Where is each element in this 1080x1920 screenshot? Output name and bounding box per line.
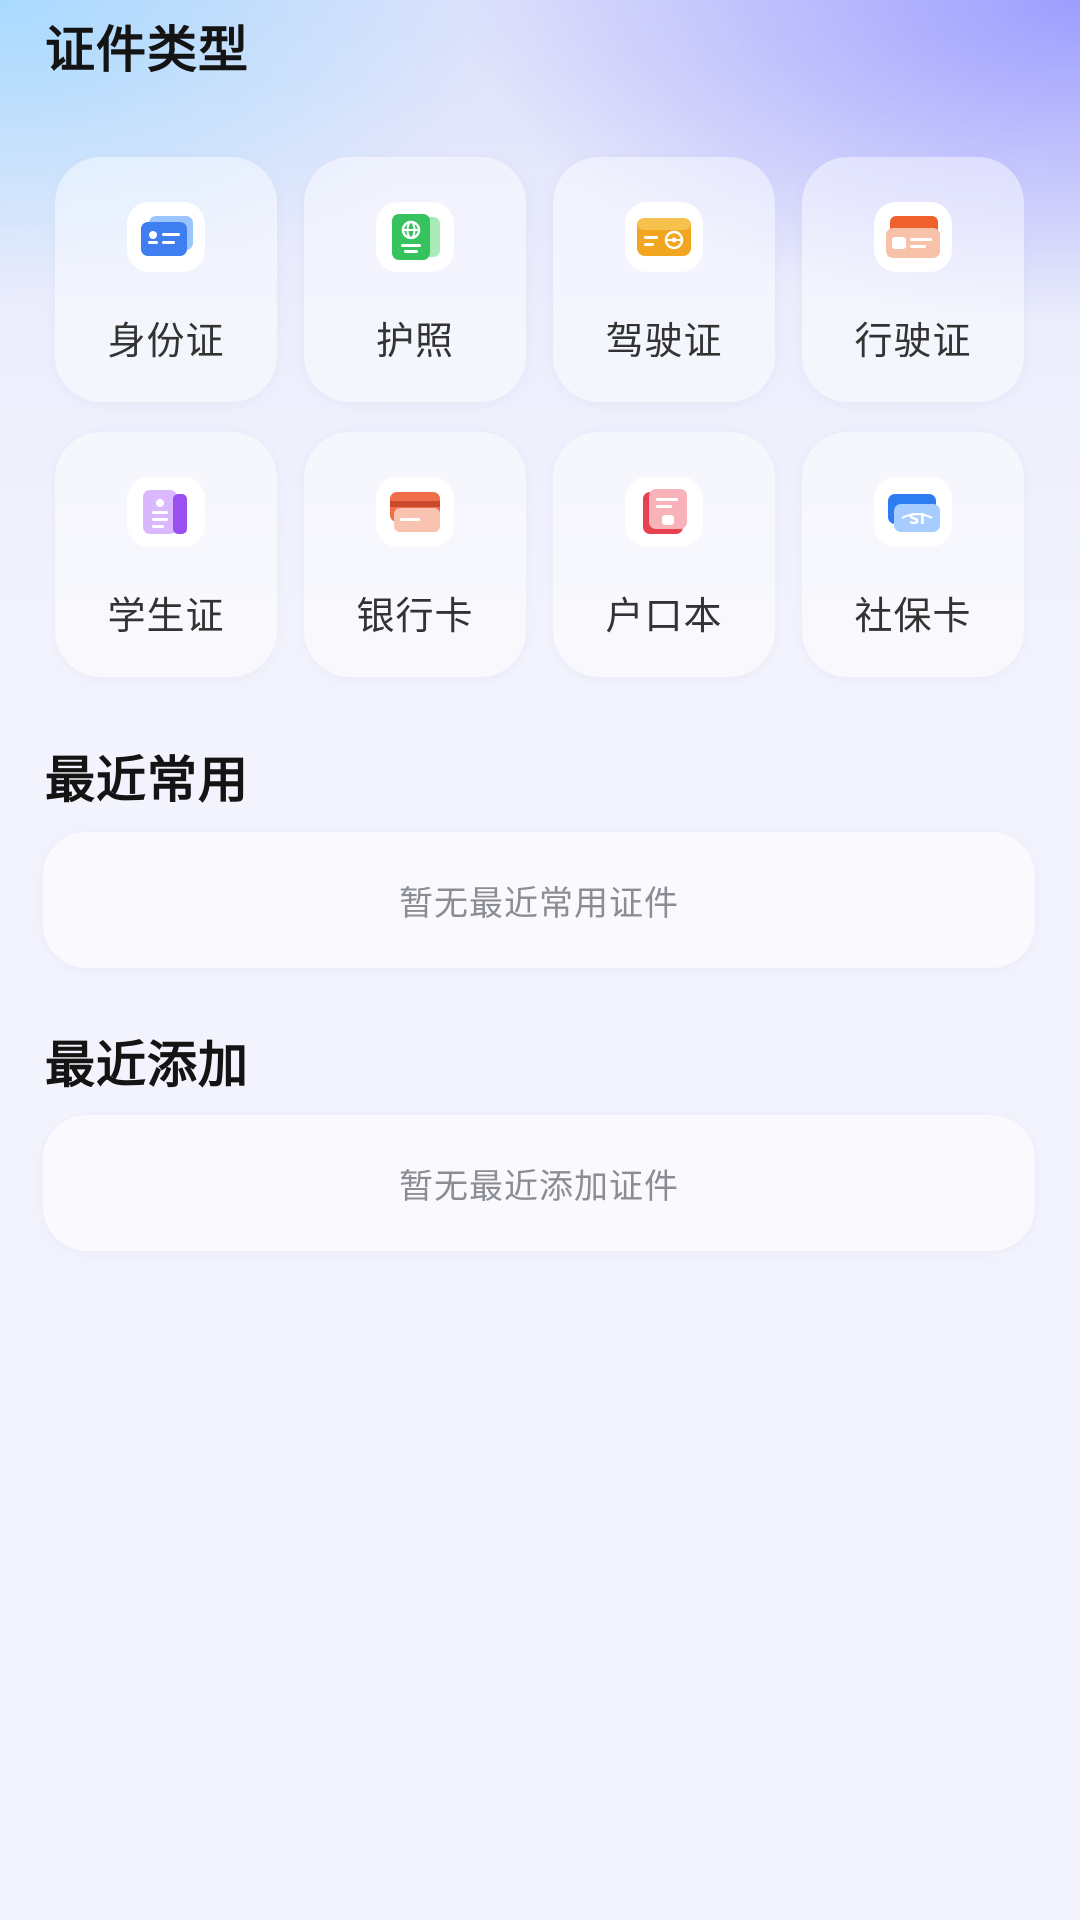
page: 证件类型 身份证 护照 驾驶证 行驶证 学生证 银行卡 户口本 SI 社保卡 最… xyxy=(0,0,1080,1920)
type-card-label: 驾驶证 xyxy=(605,319,723,363)
type-card-household-register[interactable]: 户口本 xyxy=(553,432,775,677)
type-card-vehicle-license[interactable]: 行驶证 xyxy=(802,157,1024,402)
section-title-recent-used: 最近常用 xyxy=(45,751,249,809)
student-card-icon xyxy=(127,477,205,547)
document-type-grid: 身份证 护照 驾驶证 行驶证 学生证 银行卡 户口本 SI 社保卡 xyxy=(55,157,1025,677)
section-title-recent-added: 最近添加 xyxy=(45,1036,249,1094)
vehicle-license-icon xyxy=(874,202,952,272)
type-card-label: 行驶证 xyxy=(854,319,972,363)
type-card-id-card[interactable]: 身份证 xyxy=(55,157,277,402)
type-card-bank-card[interactable]: 银行卡 xyxy=(304,432,526,677)
recent-added-empty-box: 暂无最近添加证件 xyxy=(43,1115,1035,1251)
svg-text:SI: SI xyxy=(909,510,925,528)
passport-icon xyxy=(376,202,454,272)
type-card-label: 户口本 xyxy=(605,594,723,638)
driver-license-icon xyxy=(625,202,703,272)
type-card-label: 学生证 xyxy=(107,594,225,638)
type-card-student-card[interactable]: 学生证 xyxy=(55,432,277,677)
recent-used-empty-text: 暂无最近常用证件 xyxy=(399,883,679,924)
id-card-icon xyxy=(127,202,205,272)
bank-card-icon xyxy=(376,477,454,547)
recent-added-empty-text: 暂无最近添加证件 xyxy=(399,1166,679,1207)
social-security-card-icon: SI xyxy=(874,477,952,547)
recent-used-empty-box: 暂无最近常用证件 xyxy=(43,832,1035,968)
section-title-types: 证件类型 xyxy=(45,21,249,79)
type-card-label: 社保卡 xyxy=(854,594,972,638)
type-card-label: 身份证 xyxy=(107,319,225,363)
type-card-social-security-card[interactable]: SI 社保卡 xyxy=(802,432,1024,677)
type-card-driver-license[interactable]: 驾驶证 xyxy=(553,157,775,402)
type-card-label: 银行卡 xyxy=(356,594,474,638)
type-card-passport[interactable]: 护照 xyxy=(304,157,526,402)
household-register-icon xyxy=(625,477,703,547)
type-card-label: 护照 xyxy=(375,319,454,363)
